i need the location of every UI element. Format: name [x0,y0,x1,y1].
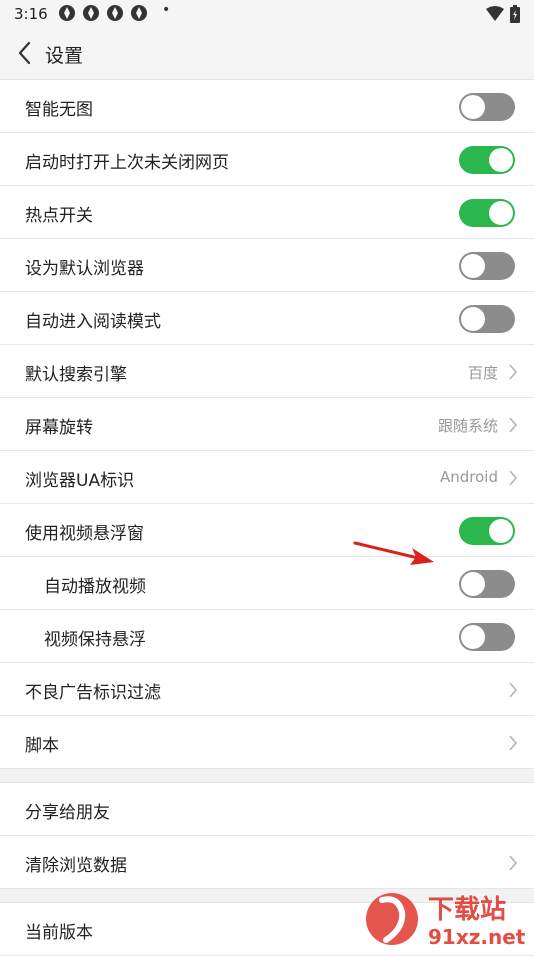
chevron-right-icon [509,682,518,698]
status-bar: 3:16 • [0,0,534,28]
setting-label: 设为默认浏览器 [25,259,144,279]
wifi-icon [486,6,504,21]
setting-row[interactable]: 屏幕旋转 跟随系统 [0,398,534,451]
setting-row[interactable]: 不良广告标识过滤 [0,663,534,716]
red-arrow-annotation [353,541,434,565]
chevron-right-icon [509,417,518,433]
setting-row[interactable]: 智能无图 [0,80,534,133]
status-time: 3:16 [14,5,48,23]
setting-label: 自动进入阅读模式 [25,312,161,332]
app-bar: 设置 [0,28,534,80]
settings-list: 智能无图 启动时打开上次未关闭网页 热点开关 设为默认浏览器 自动进入阅读模式 默认搜索引… [0,80,534,956]
toggle-switch[interactable] [459,146,515,174]
setting-label: 清除浏览数据 [25,856,127,876]
settings-group-main: 智能无图 启动时打开上次未关闭网页 热点开关 设为默认浏览器 自动进入阅读模式 默认搜索引… [0,80,534,769]
settings-group-share: 分享给朋友清除浏览数据 [0,783,534,889]
setting-label: 屏幕旋转 [25,418,93,438]
toggle-switch[interactable] [459,252,515,280]
toggle-knob [461,572,485,596]
setting-label: 默认搜索引擎 [25,365,127,385]
toggle-knob [489,201,513,225]
chevron-right-icon [509,735,518,751]
setting-label: 热点开关 [25,206,93,226]
app-notification-icon [131,5,147,21]
setting-row[interactable]: 分享给朋友 [0,783,534,836]
setting-row[interactable]: 启动时打开上次未关闭网页 [0,133,534,186]
app-notification-icon [59,5,75,21]
setting-row[interactable]: 脚本 [0,716,534,769]
toggle-knob [461,307,485,331]
setting-row[interactable]: 使用视频悬浮窗 [0,504,534,557]
toggle-switch[interactable] [459,305,515,333]
chevron-right-icon [509,470,518,486]
toggle-knob [461,625,485,649]
more-notifications-dot: • [162,2,171,18]
section-divider [0,769,534,783]
watermark-domain: 91xz.net [428,925,526,949]
setting-label: 脚本 [25,736,59,756]
setting-row[interactable]: 视频保持悬浮 [0,610,534,663]
chevron-right-icon [509,364,518,380]
toggle-switch[interactable] [459,570,515,598]
setting-row[interactable]: 设为默认浏览器 [0,239,534,292]
setting-value: 百度 [467,364,498,382]
setting-label: 分享给朋友 [25,803,110,823]
setting-label: 使用视频悬浮窗 [25,524,144,544]
battery-icon [510,5,520,23]
setting-label: 当前版本 [25,923,93,943]
site-watermark-logo: 下载站 91xz.net [366,893,526,949]
app-notification-icon [83,5,99,21]
toggle-knob [489,519,513,543]
setting-label: 智能无图 [25,100,93,120]
setting-value: Android [440,468,498,486]
setting-label: 启动时打开上次未关闭网页 [25,153,229,173]
toggle-switch[interactable] [459,199,515,227]
setting-row[interactable]: 热点开关 [0,186,534,239]
setting-label: 视频保持悬浮 [44,630,146,650]
setting-row[interactable]: 自动进入阅读模式 [0,292,534,345]
notification-icons [58,4,148,22]
setting-row[interactable]: 自动播放视频 [0,557,534,610]
chevron-right-icon [509,855,518,871]
toggle-switch[interactable] [459,93,515,121]
setting-row[interactable]: 默认搜索引擎 百度 [0,345,534,398]
setting-row[interactable]: 清除浏览数据 [0,836,534,889]
page-title: 设置 [45,45,84,67]
toggle-knob [461,254,485,278]
setting-row[interactable]: 浏览器UA标识 Android [0,451,534,504]
setting-label: 不良广告标识过滤 [25,683,161,703]
toggle-switch[interactable] [459,623,515,651]
watermark-brand: 下载站 [428,895,506,925]
setting-label: 自动播放视频 [44,577,146,597]
back-arrow-icon[interactable] [14,40,36,66]
app-notification-icon [107,5,123,21]
toggle-knob [461,95,485,119]
setting-label: 浏览器UA标识 [25,471,135,491]
setting-value: 跟随系统 [437,417,498,435]
toggle-knob [489,148,513,172]
toggle-switch[interactable] [459,517,515,545]
